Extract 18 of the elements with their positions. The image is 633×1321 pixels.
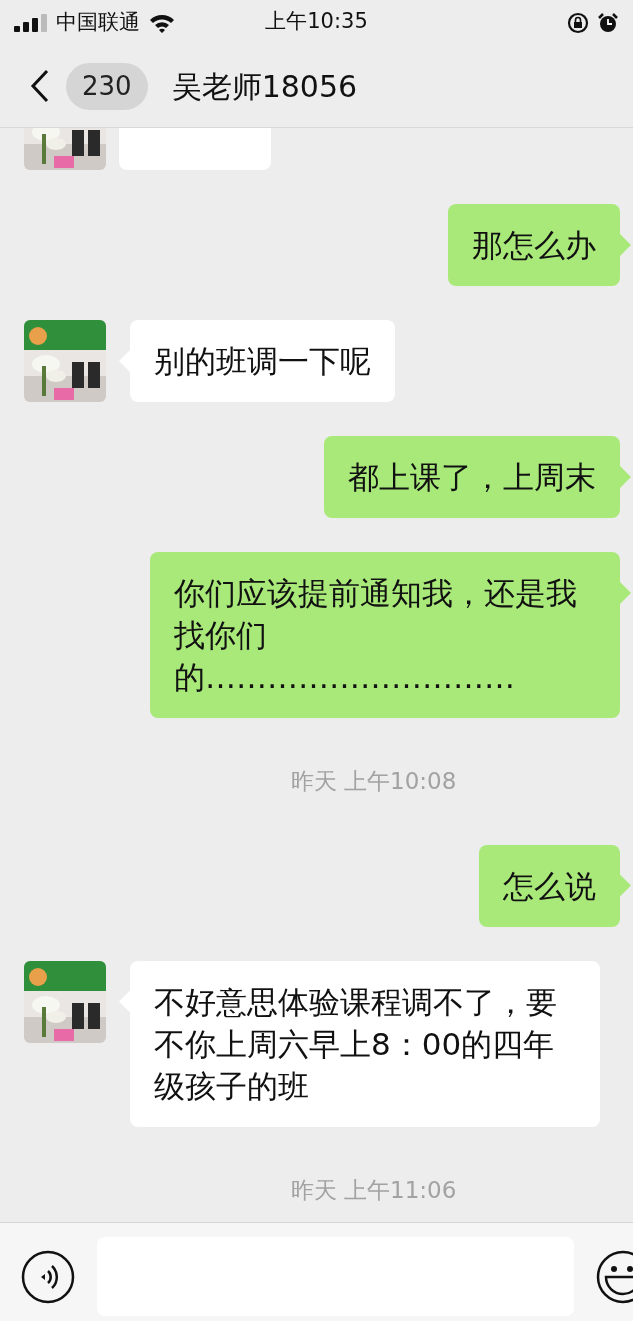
carrier-name: 中国联通 bbox=[56, 8, 140, 36]
sent-message-bubble: 你们应该提前通知我，还是我找你们的………………………… bbox=[150, 552, 620, 718]
sent-message-bubble: 都上课了，上周末 bbox=[324, 436, 620, 518]
clock-time: 上午10:35 bbox=[265, 8, 368, 35]
unread-count[interactable]: 230 bbox=[66, 62, 148, 110]
alarm-icon bbox=[597, 11, 619, 34]
voice-icon[interactable] bbox=[21, 1250, 75, 1304]
rotation-lock-icon bbox=[567, 11, 589, 34]
sent-message-bubble: 怎么说 bbox=[479, 844, 620, 927]
chat-title: 吴老师18056 bbox=[171, 67, 358, 106]
back-icon[interactable] bbox=[30, 69, 50, 103]
signal-icon bbox=[14, 13, 48, 32]
received-message-bubble: 不好意思体验课程调不了，要不你上周六早上8：00的四年级孩子的班 bbox=[130, 960, 600, 1127]
timestamp: 昨天 上午11:06 bbox=[289, 1175, 458, 1205]
emoji-icon[interactable] bbox=[596, 1250, 633, 1304]
received-message-bubble: 别的班调一下呢 bbox=[130, 320, 395, 402]
sent-message-bubble: 那怎么办 bbox=[448, 204, 620, 286]
timestamp: 昨天 上午10:08 bbox=[289, 767, 458, 796]
